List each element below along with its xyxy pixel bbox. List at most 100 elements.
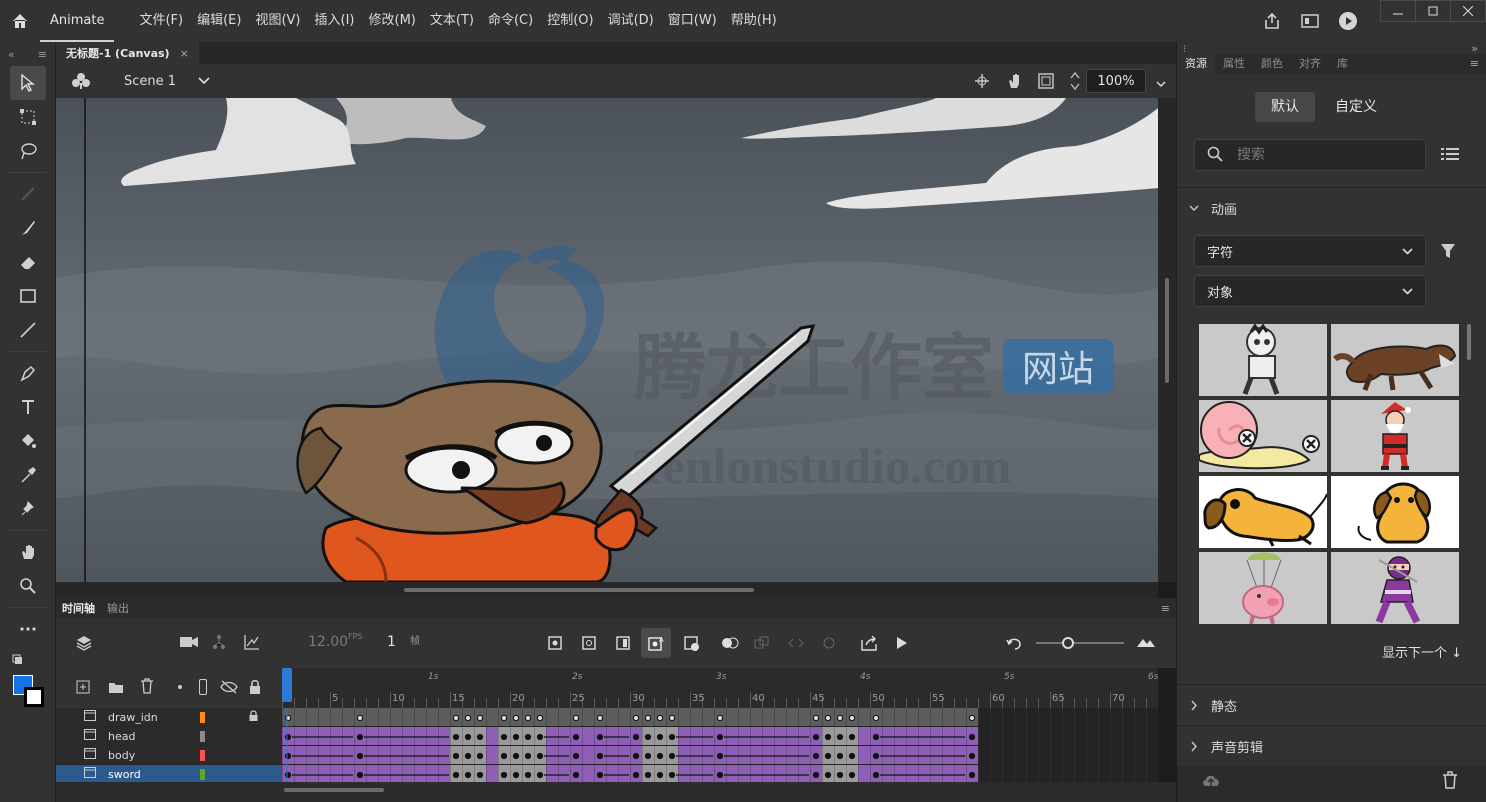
undo-zoom-icon[interactable]: [1006, 636, 1024, 653]
trash-icon[interactable]: [1442, 771, 1458, 792]
list-view-icon[interactable]: [1441, 147, 1459, 164]
asset-thumb-snail[interactable]: [1199, 400, 1327, 472]
close-window-button[interactable]: [1450, 0, 1486, 22]
default-assets-button[interactable]: 默认: [1255, 92, 1315, 122]
text-tool-icon[interactable]: [10, 390, 46, 424]
timeline-scroll-thumb[interactable]: [284, 788, 384, 792]
menu-item[interactable]: 调试(D): [601, 0, 661, 42]
lock-layers-icon[interactable]: [249, 679, 261, 698]
layer-row[interactable]: head: [56, 727, 282, 746]
edit-multiple-frames-icon[interactable]: [754, 636, 770, 653]
custom-assets-button[interactable]: 自定义: [1319, 92, 1393, 122]
tab-align[interactable]: 对齐: [1291, 54, 1329, 74]
zoom-input[interactable]: 100%: [1086, 69, 1146, 93]
timeline-menu-icon[interactable]: ≡: [1155, 602, 1176, 615]
asset-thumb-dog-lying[interactable]: [1199, 476, 1327, 548]
graph-icon[interactable]: [244, 634, 260, 653]
hide-layers-icon[interactable]: [220, 680, 238, 697]
asset-thumb-werewolf[interactable]: [1331, 324, 1459, 396]
stage-canvas[interactable]: 腾龙工作室 网站 Tenlonstudio.com: [56, 98, 1158, 582]
timeline-zoom-slider[interactable]: [1036, 642, 1124, 644]
scene-dropdown-icon[interactable]: [198, 74, 210, 88]
center-frame-icon[interactable]: [788, 636, 804, 653]
frame-grid[interactable]: [282, 708, 1158, 783]
timeline-scrollbar[interactable]: [56, 782, 1176, 802]
cloud-upload-icon[interactable]: [1201, 772, 1221, 791]
current-frame-value[interactable]: 1: [387, 634, 396, 650]
menu-item[interactable]: 编辑(E): [190, 0, 248, 42]
layer-name[interactable]: head: [108, 730, 200, 743]
fit-frames-icon[interactable]: [1136, 636, 1156, 651]
more-tools-icon[interactable]: [10, 612, 46, 646]
paint-bucket-tool-icon[interactable]: [10, 424, 46, 458]
pen-tool-icon[interactable]: [10, 356, 46, 390]
search-input[interactable]: [1237, 147, 1407, 163]
horizontal-scroll-thumb[interactable]: [404, 588, 754, 592]
tab-library[interactable]: 库: [1329, 54, 1356, 74]
category-dropdown[interactable]: 字符: [1194, 235, 1426, 267]
test-movie-icon[interactable]: [1329, 0, 1367, 42]
pin-tool-icon[interactable]: [10, 492, 46, 526]
tab-color[interactable]: 颜色: [1253, 54, 1291, 74]
snap-icon[interactable]: [974, 73, 990, 92]
playhead[interactable]: [282, 668, 292, 702]
menu-item[interactable]: 文本(T): [423, 0, 481, 42]
menu-item[interactable]: 窗口(W): [661, 0, 724, 42]
zoom-tool-icon[interactable]: [10, 569, 46, 603]
stage-vertical-scrollbar[interactable]: [1158, 98, 1176, 582]
swap-colors-icon[interactable]: [12, 654, 42, 669]
layer-name[interactable]: draw_idn: [108, 711, 200, 724]
section-sound-clips[interactable]: 声音剪辑: [1177, 726, 1486, 766]
menu-item[interactable]: 命令(C): [481, 0, 540, 42]
insert-blank-keyframe-icon[interactable]: [582, 636, 596, 653]
lock-icon[interactable]: [249, 710, 258, 724]
type-dropdown[interactable]: 对象: [1194, 275, 1426, 307]
highlight-layers-icon[interactable]: [178, 685, 182, 689]
tab-timeline[interactable]: 时间轴: [56, 600, 101, 616]
section-animation[interactable]: 动画: [1177, 188, 1486, 228]
minimize-button[interactable]: [1380, 0, 1416, 22]
delete-keyframe-icon[interactable]: [684, 636, 700, 655]
layer-color-swatch[interactable]: [200, 711, 205, 723]
asset-thumb-ninja[interactable]: [1331, 552, 1459, 624]
layer-row[interactable]: draw_idn: [56, 708, 282, 727]
subselection-tool-icon[interactable]: [10, 177, 46, 211]
fps-value[interactable]: 12.00: [308, 634, 348, 650]
free-transform-tool-icon[interactable]: [10, 100, 46, 134]
outline-layers-icon[interactable]: [199, 679, 207, 695]
menu-item[interactable]: 视图(V): [248, 0, 307, 42]
insert-keyframe-icon[interactable]: [548, 636, 562, 653]
share-icon[interactable]: [1253, 0, 1291, 42]
rotate-stage-icon[interactable]: [1006, 72, 1024, 93]
layers-icon[interactable]: [76, 635, 92, 654]
layer-color-swatch[interactable]: [200, 749, 205, 761]
menu-item[interactable]: 帮助(H): [724, 0, 784, 42]
tab-properties[interactable]: 属性: [1215, 54, 1253, 74]
toolbar-collapse-icon[interactable]: «: [8, 48, 15, 61]
layer-row[interactable]: body: [56, 746, 282, 765]
menu-item[interactable]: 文件(F): [132, 0, 190, 42]
eraser-tool-icon[interactable]: [10, 245, 46, 279]
camera-icon[interactable]: [180, 636, 198, 651]
export-icon[interactable]: [860, 635, 878, 654]
new-layer-icon[interactable]: [76, 680, 90, 697]
stage-horizontal-scrollbar[interactable]: [56, 582, 1158, 598]
filter-icon[interactable]: [1440, 243, 1456, 262]
close-tab-icon[interactable]: ×: [180, 47, 189, 60]
layer-name[interactable]: body: [108, 749, 200, 762]
new-folder-icon[interactable]: [108, 680, 124, 697]
asset-thumb-santa[interactable]: [1331, 400, 1459, 472]
show-more-link[interactable]: 显示下一个 ↓: [1382, 642, 1462, 661]
clip-canvas-icon[interactable]: [1038, 73, 1054, 92]
delete-layer-icon[interactable]: [140, 678, 154, 697]
layer-color-swatch[interactable]: [200, 730, 205, 742]
auto-keyframe-icon[interactable]: A: [641, 628, 671, 658]
tab-output[interactable]: 输出: [101, 600, 135, 616]
toolbar-menu-icon[interactable]: ≡: [38, 48, 47, 61]
asset-thumb-dog-sitting[interactable]: [1331, 476, 1459, 548]
zoom-stepper-icon[interactable]: [1070, 70, 1080, 95]
panel-menu-icon[interactable]: ≡: [1462, 54, 1486, 74]
layer-name[interactable]: sword: [108, 768, 200, 781]
maximize-button[interactable]: [1415, 0, 1451, 22]
document-tab[interactable]: 无标题-1 (Canvas) ×: [56, 42, 199, 64]
